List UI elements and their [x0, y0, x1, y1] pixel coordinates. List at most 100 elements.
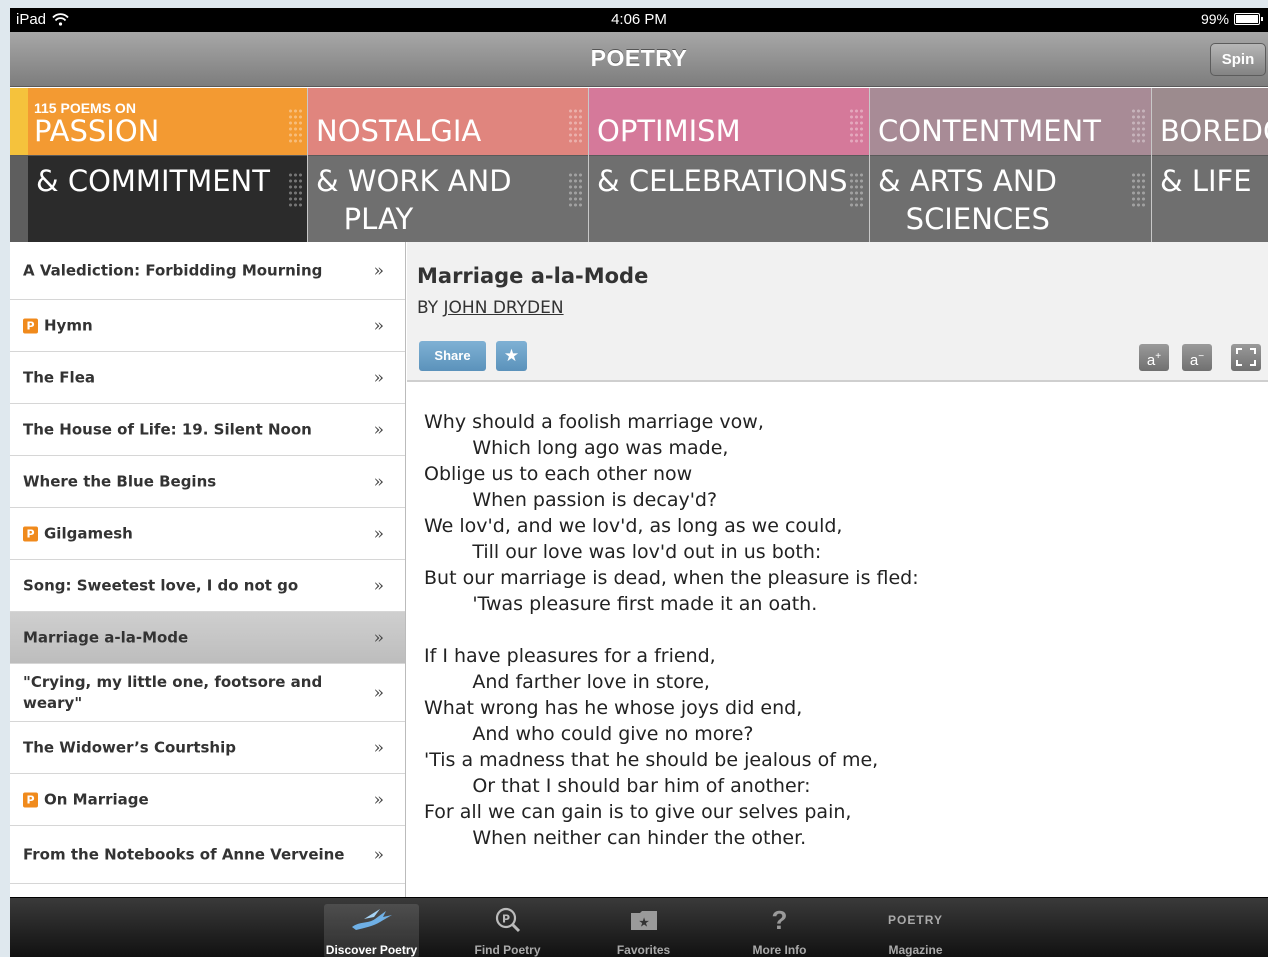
fullscreen-button[interactable]: [1231, 344, 1261, 371]
slot-grip-handle[interactable]: [568, 108, 582, 144]
poetry-magazine-icon: POETRY: [888, 913, 943, 927]
tab-label: More Info: [752, 943, 807, 957]
list-item[interactable]: A Valediction: Forbidding Mourning »: [10, 242, 405, 300]
list-item[interactable]: The House of Life: 19. Silent Noon »: [10, 404, 405, 456]
poetry-badge-icon: P: [23, 792, 38, 807]
list-item[interactable]: The Widower’s Courtship »: [10, 722, 405, 774]
list-item[interactable]: P On Marriage »: [10, 774, 405, 826]
slot-grip-handle[interactable]: [1131, 108, 1145, 144]
chevron-right-icon: »: [373, 315, 384, 336]
font-decrease-icon: a−: [1189, 351, 1205, 369]
tab-more-info[interactable]: ? More Info: [732, 904, 827, 957]
poem-line: Oblige us to each other now: [424, 463, 693, 485]
tab-label: Magazine: [888, 943, 943, 957]
fullscreen-icon: [1236, 348, 1256, 366]
poem-line: For all we can gain is to give our selve…: [424, 801, 852, 823]
tab-favorites[interactable]: ★ Favorites: [596, 904, 691, 957]
list-item-title: The Widower’s Courtship: [23, 737, 356, 758]
list-item-text: Where the Blue Begins: [23, 472, 217, 490]
tab-find-poetry[interactable]: P Find Poetry: [460, 904, 555, 957]
star-icon: ★: [503, 346, 520, 366]
poem-line: We lov'd, and we lov'd, as long as we co…: [424, 515, 843, 537]
poetry-badge-icon: P: [23, 526, 38, 541]
favorite-button[interactable]: ★: [496, 341, 527, 371]
poem-header: Marriage a-la-Mode BY JOHN DRYDEN Share …: [407, 242, 1268, 382]
list-item-text: "Crying, my little one, footsore and wea…: [23, 672, 323, 712]
list-item-title: Where the Blue Begins: [23, 471, 356, 492]
slot-column-optimism[interactable]: OPTIMISM & CELEBRATIONS: [589, 88, 870, 242]
chevron-right-icon: »: [373, 844, 384, 865]
list-item-title: P On Marriage: [23, 789, 356, 810]
decrease-font-button[interactable]: a−: [1182, 344, 1212, 371]
list-item-text: From the Notebooks of Anne Verveine: [23, 845, 345, 863]
magnifier-icon: P: [460, 904, 555, 936]
list-item-title: P Hymn: [23, 315, 356, 336]
slot-grip-handle[interactable]: [849, 108, 863, 144]
poem-line: [424, 617, 919, 643]
slot-grip-handle[interactable]: [568, 172, 582, 208]
list-item[interactable]: The Flea »: [10, 352, 405, 404]
tab-bar: Discover Poetry P Find Poetry ★ Favorite…: [10, 897, 1268, 957]
slot-column-contentment[interactable]: CONTENTMENT & ARTS AND SCIENCES: [870, 88, 1152, 242]
poem-text: Why should a foolish marriage vow, Which…: [424, 409, 919, 851]
poem-line: 'Tis a madness that he should be jealous…: [424, 749, 879, 771]
list-item-title: P Gilgamesh: [23, 523, 356, 544]
chevron-right-icon: »: [373, 789, 384, 810]
slot-grip-handle[interactable]: [288, 108, 302, 144]
spin-button[interactable]: Spin: [1210, 43, 1266, 76]
author-link[interactable]: JOHN DRYDEN: [444, 298, 564, 318]
poem-line: What wrong has he whose joys did end,: [424, 697, 803, 719]
tab-magazine[interactable]: POETRY Magazine: [868, 904, 963, 957]
list-item[interactable]: P Gilgamesh »: [10, 508, 405, 560]
tab-label: Discover Poetry: [325, 943, 418, 957]
slot-bottom-label: & ARTS AND SCIENCES: [878, 164, 1057, 236]
chevron-right-icon: »: [373, 367, 384, 388]
slot-grip-handle[interactable]: [1131, 172, 1145, 208]
list-item[interactable]: Where the Blue Begins »: [10, 456, 405, 508]
list-item-text: On Marriage: [44, 790, 149, 808]
poem-line: Which long ago was made,: [424, 437, 729, 459]
pegasus-icon: [324, 904, 419, 936]
page-title: POETRY: [590, 45, 688, 71]
slot-bottom-label: & WORK AND PLAY: [316, 164, 512, 236]
slot-top-cell[interactable]: CONTENTMENT: [870, 88, 1151, 155]
list-item[interactable]: P Hymn »: [10, 300, 405, 352]
svg-text:P: P: [501, 913, 509, 926]
poem-title: Marriage a-la-Mode: [417, 264, 649, 288]
slot-grip-handle[interactable]: [288, 172, 302, 208]
slot-top-cell[interactable]: BOREDC: [1152, 88, 1268, 155]
list-item-text: The House of Life: 19. Silent Noon: [23, 420, 312, 438]
list-item-text: The Widower’s Courtship: [23, 738, 236, 756]
poem-list[interactable]: A Valediction: Forbidding Mourning » P Hymn…: [10, 242, 406, 897]
share-button[interactable]: Share: [419, 341, 486, 371]
slot-edge-strip: [10, 156, 28, 242]
list-item-title: Marriage a-la-Mode: [23, 627, 356, 648]
topic-spinner[interactable]: 115 POEMS ON PASSION & COMMITMENT NOSTAL…: [10, 88, 1268, 242]
list-item-text: Marriage a-la-Mode: [23, 628, 189, 646]
list-item[interactable]: "Crying, my little one, footsore and wea…: [10, 664, 405, 722]
slot-top-cell[interactable]: NOSTALGIA: [308, 88, 588, 155]
status-time: 4:06 PM: [611, 11, 667, 28]
svg-text:★: ★: [639, 917, 649, 929]
list-item[interactable]: From the Notebooks of Anne Verveine »: [10, 826, 405, 884]
slot-grip-handle[interactable]: [849, 172, 863, 208]
poem-line: And farther love in store,: [424, 671, 710, 693]
slot-column-passion[interactable]: 115 POEMS ON PASSION & COMMITMENT: [10, 88, 308, 242]
tab-discover-poetry[interactable]: Discover Poetry: [324, 904, 419, 957]
increase-font-button[interactable]: a+: [1139, 344, 1169, 371]
app-window: iPad 4:06 PM 99% POETRY Spin 115 POEMS O…: [10, 8, 1268, 957]
chevron-right-icon: »: [373, 737, 384, 758]
navigation-bar: POETRY Spin: [10, 32, 1268, 87]
battery-icon: [1234, 13, 1263, 25]
slot-top-cell[interactable]: 115 POEMS ON PASSION: [10, 88, 307, 155]
favorites-folder-icon: ★: [596, 904, 691, 936]
chevron-right-icon: »: [373, 575, 384, 596]
slot-top-cell[interactable]: OPTIMISM: [589, 88, 869, 155]
slot-column-boredom[interactable]: BOREDC & LIFE: [1152, 88, 1268, 242]
question-icon: ?: [771, 904, 788, 935]
poem-line: But our marriage is dead, when the pleas…: [424, 567, 919, 589]
slot-column-nostalgia[interactable]: NOSTALGIA & WORK AND PLAY: [308, 88, 589, 242]
list-item[interactable]: Song: Sweetest love, I do not go »: [10, 560, 405, 612]
poem-line: If I have pleasures for a friend,: [424, 645, 716, 667]
list-item[interactable]: Marriage a-la-Mode »: [10, 612, 405, 664]
